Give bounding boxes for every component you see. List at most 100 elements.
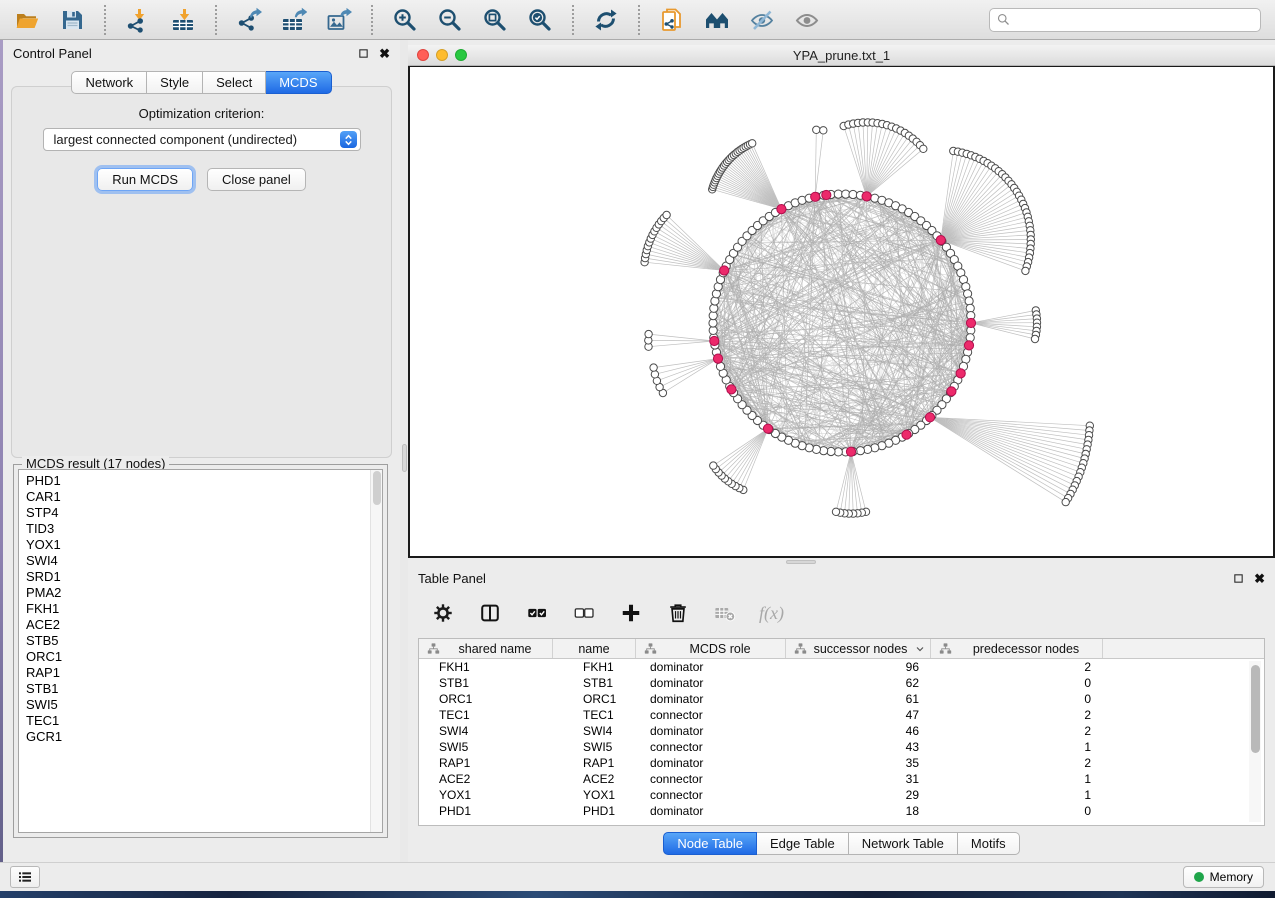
list-item[interactable]: STB5 (26, 633, 382, 649)
list-item[interactable]: GCR1 (26, 729, 382, 745)
column-header-name[interactable]: name (553, 639, 636, 658)
table-row[interactable]: STB1STB1dominator620 (419, 675, 1264, 691)
table-row[interactable]: SWI4SWI4dominator462 (419, 723, 1264, 739)
list-item[interactable]: STB1 (26, 681, 382, 697)
tab-node-table[interactable]: Node Table (663, 832, 757, 855)
horizontal-splitter[interactable] (408, 558, 1275, 565)
table-row[interactable]: FKH1FKH1dominator962 (419, 659, 1264, 675)
network-window-title: YPA_prune.txt_1 (408, 48, 1275, 63)
list-item[interactable]: FKH1 (26, 601, 382, 617)
scrollbar-thumb[interactable] (373, 471, 381, 505)
list-item[interactable]: YOX1 (26, 537, 382, 553)
splitter-handle[interactable] (786, 560, 816, 564)
table-scrollbar[interactable] (1249, 661, 1261, 822)
network-graph[interactable] (410, 67, 1273, 555)
export-network-button[interactable] (232, 4, 266, 36)
refresh-layout-button[interactable] (589, 4, 623, 36)
tab-network-table[interactable]: Network Table (849, 832, 958, 855)
add-column-button[interactable] (618, 600, 644, 626)
tab-select[interactable]: Select (203, 71, 266, 94)
tab-network[interactable]: Network (71, 71, 147, 94)
tab-mcds[interactable]: MCDS (266, 71, 331, 94)
table-row[interactable]: ACE2ACE2connector311 (419, 771, 1264, 787)
clone-network-button[interactable] (655, 4, 689, 36)
memory-button[interactable]: Memory (1183, 866, 1264, 888)
column-header-predecessor-nodes[interactable]: predecessor nodes (931, 639, 1103, 658)
import-table-button[interactable] (166, 4, 200, 36)
table-row[interactable]: ORC1ORC1dominator610 (419, 691, 1264, 707)
zoom-in-icon (392, 7, 418, 33)
zoom-in-button[interactable] (388, 4, 422, 36)
deselect-all-icon (573, 602, 595, 624)
show-all-button[interactable] (790, 4, 824, 36)
list-item[interactable]: ORC1 (26, 649, 382, 665)
zoom-out-button[interactable] (433, 4, 467, 36)
control-panel-titlebar: Control Panel ✖ (3, 40, 400, 66)
search-input[interactable] (1015, 13, 1254, 27)
cell-shared-name: YOX1 (419, 788, 553, 802)
cell-successor-nodes: 46 (786, 724, 931, 738)
table-settings-button[interactable] (430, 600, 456, 626)
scrollbar-thumb[interactable] (1251, 665, 1260, 753)
list-item[interactable]: PMA2 (26, 585, 382, 601)
list-item[interactable]: SWI4 (26, 553, 382, 569)
table-row[interactable]: TEC1TEC1connector472 (419, 707, 1264, 723)
optimization-criterion-label: Optimization criterion: (3, 106, 400, 121)
cell-predecessor-nodes: 1 (931, 740, 1103, 754)
deselect-all-rows-button[interactable] (571, 600, 597, 626)
search-box[interactable] (989, 8, 1261, 32)
vertical-splitter[interactable] (400, 40, 408, 862)
columns-icon (479, 602, 501, 624)
list-item[interactable]: CAR1 (26, 489, 382, 505)
column-header-MCDS-role[interactable]: MCDS role (636, 639, 786, 658)
table-row[interactable]: PHD1PHD1dominator180 (419, 803, 1264, 819)
cell-name: STB1 (553, 676, 636, 690)
select-all-rows-button[interactable] (524, 600, 550, 626)
task-history-button[interactable] (10, 866, 40, 888)
list-item[interactable]: SWI5 (26, 697, 382, 713)
mcds-result-list[interactable]: PHD1CAR1STP4TID3YOX1SWI4SRD1PMA2FKH1ACE2… (18, 469, 383, 833)
criterion-select[interactable]: largest connected component (undirected) (43, 128, 361, 151)
list-item[interactable]: PHD1 (26, 473, 382, 489)
run-mcds-button[interactable]: Run MCDS (97, 168, 193, 191)
list-item[interactable]: RAP1 (26, 665, 382, 681)
list-item[interactable]: ACE2 (26, 617, 382, 633)
tab-edge-table[interactable]: Edge Table (757, 832, 849, 855)
network-canvas[interactable] (408, 66, 1275, 558)
memory-status-icon (1194, 872, 1204, 882)
control-panel: Control Panel ✖ NetworkStyleSelectMCDS O… (3, 40, 400, 862)
float-panel-icon[interactable] (1233, 573, 1244, 584)
export-image-button[interactable] (322, 4, 356, 36)
hide-selected-button[interactable] (745, 4, 779, 36)
list-item[interactable]: STP4 (26, 505, 382, 521)
cell-shared-name: SWI4 (419, 724, 553, 738)
column-visibility-button[interactable] (477, 600, 503, 626)
table-row[interactable]: YOX1YOX1connector291 (419, 787, 1264, 803)
delete-column-button[interactable] (665, 600, 691, 626)
toolbar-separator (371, 5, 373, 35)
close-panel-icon[interactable]: ✖ (379, 47, 390, 60)
splitter-handle[interactable] (402, 444, 407, 472)
zoom-selected-button[interactable] (523, 4, 557, 36)
zoom-fit-button[interactable] (478, 4, 512, 36)
first-neighbors-button[interactable] (700, 4, 734, 36)
cell-MCDS-role: dominator (636, 692, 786, 706)
tab-style[interactable]: Style (147, 71, 203, 94)
open-file-button[interactable] (10, 4, 44, 36)
list-item[interactable]: SRD1 (26, 569, 382, 585)
table-row[interactable]: SWI5SWI5connector431 (419, 739, 1264, 755)
result-list-scrollbar[interactable] (370, 470, 382, 832)
float-panel-icon[interactable] (358, 48, 369, 59)
table-row[interactable]: RAP1RAP1dominator352 (419, 755, 1264, 771)
close-panel-icon[interactable]: ✖ (1254, 572, 1265, 585)
import-network-button[interactable] (121, 4, 155, 36)
toolbar-separator (215, 5, 217, 35)
close-panel-button[interactable]: Close panel (207, 168, 306, 191)
tab-motifs[interactable]: Motifs (958, 832, 1020, 855)
list-item[interactable]: TID3 (26, 521, 382, 537)
export-table-button[interactable] (277, 4, 311, 36)
column-header-shared-name[interactable]: shared name (419, 639, 553, 658)
column-header-successor-nodes[interactable]: successor nodes (786, 639, 931, 658)
save-session-button[interactable] (55, 4, 89, 36)
list-item[interactable]: TEC1 (26, 713, 382, 729)
